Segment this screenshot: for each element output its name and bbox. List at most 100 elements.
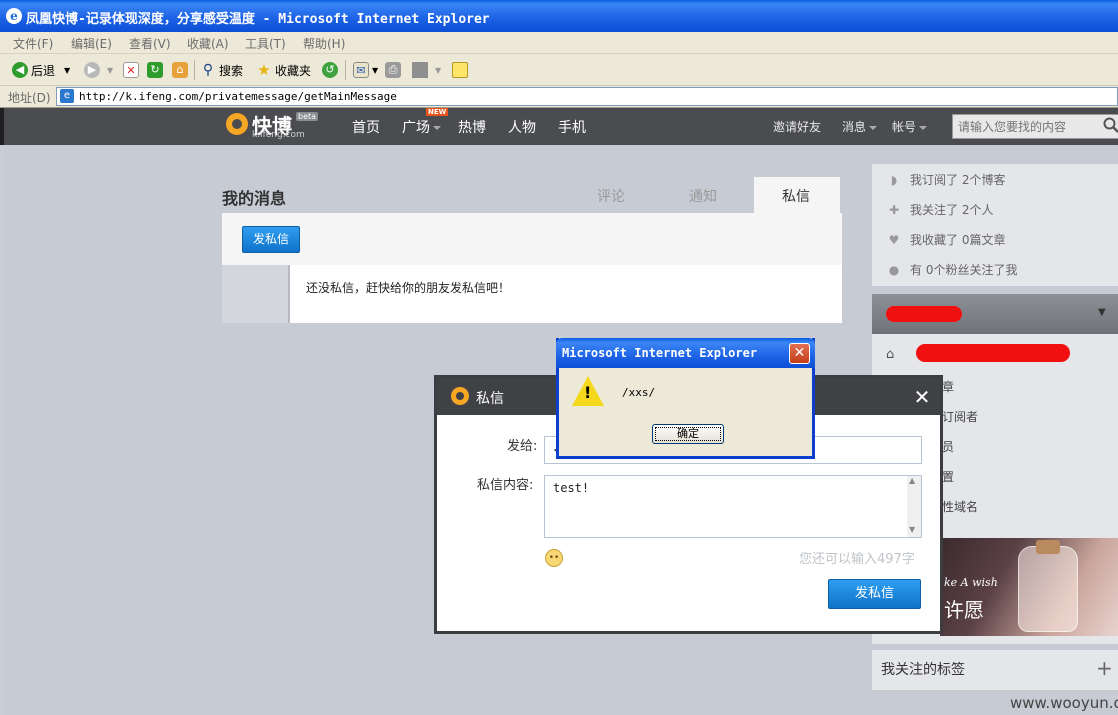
search-input[interactable] bbox=[953, 115, 1103, 138]
add-tag-icon[interactable]: + bbox=[1096, 656, 1113, 680]
search-icon[interactable] bbox=[1103, 117, 1118, 133]
forward-dropdown-icon[interactable]: ▼ bbox=[107, 66, 113, 75]
tab-notifications[interactable]: 通知 bbox=[689, 186, 717, 206]
alert-message: /xxs/ bbox=[622, 386, 656, 399]
send-message-submit-button[interactable]: 发私信 bbox=[828, 579, 921, 609]
back-button[interactable]: ◀ 后退 ▼ bbox=[12, 60, 70, 80]
page-icon: e bbox=[60, 89, 74, 103]
stat-favorites[interactable]: ♥ 我收藏了 0篇文章 bbox=[886, 231, 1006, 248]
forward-button[interactable]: ▶ ▼ bbox=[84, 60, 113, 80]
stat-following[interactable]: ✚ 我关注了 2个人 bbox=[886, 201, 993, 218]
invite-friends-link[interactable]: 邀请好友 bbox=[773, 118, 821, 135]
stop-button[interactable]: ✕ bbox=[123, 60, 139, 80]
window-titlebar: e 凤凰快博-记录体现深度，分享感受温度 - Microsoft Interne… bbox=[0, 0, 1118, 32]
ie-toolbar: ◀ 后退 ▼ ▶ ▼ ✕ ↻ ⌂ ⚲ 搜索 ★ 收藏夹 ↺ ✉ ▼ ⎙ ▼ bbox=[0, 54, 1118, 86]
nav-mobile[interactable]: 手机 bbox=[558, 117, 586, 137]
compose-dialog-title: 私信 bbox=[476, 391, 504, 407]
scroll-up-icon[interactable]: ▲ bbox=[909, 476, 915, 485]
edit-button[interactable]: ▼ bbox=[412, 60, 441, 80]
nav-hot[interactable]: 热博 bbox=[458, 117, 486, 137]
print-button[interactable]: ⎙ bbox=[385, 60, 401, 80]
remaining-chars: 您还可以输入497字 bbox=[799, 552, 915, 567]
stat-fans[interactable]: ● 有 0个粉丝关注了我 bbox=[886, 261, 1018, 278]
menu-help[interactable]: 帮助(H) bbox=[303, 35, 345, 52]
menu-tools[interactable]: 工具(T) bbox=[245, 35, 286, 52]
content-scrollbar[interactable]: ▲ ▼ bbox=[907, 476, 921, 537]
home-icon: ⌂ bbox=[886, 347, 895, 362]
forward-arrow-icon: ▶ bbox=[84, 62, 100, 78]
menu-bar: 文件(F) 编辑(E) 查看(V) 收藏(A) 工具(T) 帮助(H) bbox=[0, 32, 1118, 54]
back-label: 后退 bbox=[31, 63, 56, 78]
site-logo-domain: k.ifeng.com bbox=[252, 130, 305, 140]
account-menu[interactable]: 帐号 bbox=[892, 118, 928, 135]
toolbar-separator bbox=[194, 60, 195, 80]
address-input[interactable]: e http://k.ifeng.com/privatemessage/getM… bbox=[56, 87, 1118, 106]
account-label: 帐号 bbox=[892, 120, 917, 134]
menu-custom-domain[interactable]: 性域名 bbox=[942, 498, 978, 515]
new-badge: NEW bbox=[426, 108, 449, 116]
menu-subscribers[interactable]: 订阅者 bbox=[942, 408, 978, 425]
warning-exclamation: ! bbox=[584, 383, 592, 402]
refresh-button[interactable]: ↻ bbox=[147, 60, 163, 80]
redacted-username bbox=[886, 306, 962, 322]
heart-icon: ♥ bbox=[888, 232, 900, 247]
to-label: 发给: bbox=[507, 439, 538, 454]
tab-comments[interactable]: 评论 bbox=[597, 186, 625, 206]
alert-close-icon[interactable]: ✕ bbox=[789, 343, 810, 364]
banner-text: ke A wish bbox=[944, 576, 998, 589]
history-button[interactable]: ↺ bbox=[322, 60, 338, 80]
messages-toolbar: 发私信 bbox=[222, 213, 842, 265]
edit-dropdown-icon[interactable]: ▼ bbox=[435, 66, 441, 75]
back-dropdown-icon[interactable]: ▼ bbox=[64, 66, 70, 75]
print-icon: ⎙ bbox=[385, 62, 401, 78]
discuss-button[interactable] bbox=[452, 60, 468, 80]
alert-dialog: Microsoft Internet Explorer ✕ ! /xxs/ 确定 bbox=[556, 338, 815, 459]
menu-file[interactable]: 文件(F) bbox=[13, 35, 53, 52]
mail-icon: ✉ bbox=[353, 62, 369, 78]
chevron-down-icon bbox=[433, 126, 441, 130]
menu-members[interactable]: 员 bbox=[942, 438, 954, 455]
search-label: 搜索 bbox=[219, 63, 244, 78]
collapse-icon[interactable]: ▼ bbox=[1098, 307, 1106, 318]
emoji-icon[interactable]: •• bbox=[545, 549, 563, 567]
nav-home[interactable]: 首页 bbox=[352, 117, 380, 137]
menu-view[interactable]: 查看(V) bbox=[129, 35, 171, 52]
edit-icon bbox=[412, 62, 428, 78]
scroll-down-icon[interactable]: ▼ bbox=[909, 525, 915, 534]
menu-articles[interactable]: 章 bbox=[942, 378, 954, 395]
cork-graphic bbox=[1036, 540, 1060, 554]
stat-following-label: 我关注了 2个人 bbox=[910, 203, 994, 217]
nav-square[interactable]: 广场 bbox=[402, 117, 441, 137]
favorites-button[interactable]: ★ 收藏夹 bbox=[256, 60, 311, 80]
tab-private-messages[interactable]: 私信 bbox=[754, 177, 840, 213]
close-icon[interactable]: ✕ bbox=[913, 387, 931, 407]
alert-title: Microsoft Internet Explorer bbox=[562, 346, 758, 360]
site-header: 快博 k.ifeng.com beta 首页 广场 NEW 热博 人物 手机 邀… bbox=[0, 108, 1118, 145]
plus-icon: ✚ bbox=[888, 202, 900, 217]
kuaibo-logo-icon[interactable] bbox=[226, 113, 248, 135]
wish-banner-image[interactable]: ke A wish 许愿 bbox=[940, 538, 1118, 636]
stop-icon: ✕ bbox=[123, 62, 139, 78]
favorites-star-icon: ★ bbox=[257, 61, 271, 79]
mail-button[interactable]: ✉ ▼ bbox=[353, 60, 378, 80]
send-message-button[interactable]: 发私信 bbox=[242, 226, 300, 253]
search-button[interactable]: ⚲ 搜索 bbox=[200, 60, 243, 80]
stat-subscribed[interactable]: ◗ 我订阅了 2个博客 bbox=[886, 171, 1006, 188]
mail-dropdown-icon[interactable]: ▼ bbox=[372, 66, 378, 75]
stat-subscribed-label: 我订阅了 2个博客 bbox=[910, 173, 1006, 187]
message-content-field[interactable]: test! bbox=[544, 475, 922, 538]
chevron-down-icon bbox=[919, 125, 928, 130]
address-label: 地址(D) bbox=[8, 91, 51, 105]
rss-icon: ◗ bbox=[890, 172, 898, 187]
menu-favorites[interactable]: 收藏(A) bbox=[187, 35, 229, 52]
messages-menu[interactable]: 消息 bbox=[842, 118, 878, 135]
menu-edit[interactable]: 编辑(E) bbox=[71, 35, 112, 52]
nav-people[interactable]: 人物 bbox=[508, 117, 536, 137]
page-title: 我的消息 bbox=[222, 189, 287, 208]
home-button[interactable]: ⌂ bbox=[172, 60, 188, 80]
address-url[interactable]: http://k.ifeng.com/privatemessage/getMai… bbox=[79, 90, 397, 103]
address-bar: 地址(D) e http://k.ifeng.com/privatemessag… bbox=[0, 86, 1118, 108]
alert-ok-button[interactable]: 确定 bbox=[652, 424, 724, 444]
bottle-graphic bbox=[1018, 546, 1078, 632]
menu-settings[interactable]: 置 bbox=[942, 468, 954, 485]
